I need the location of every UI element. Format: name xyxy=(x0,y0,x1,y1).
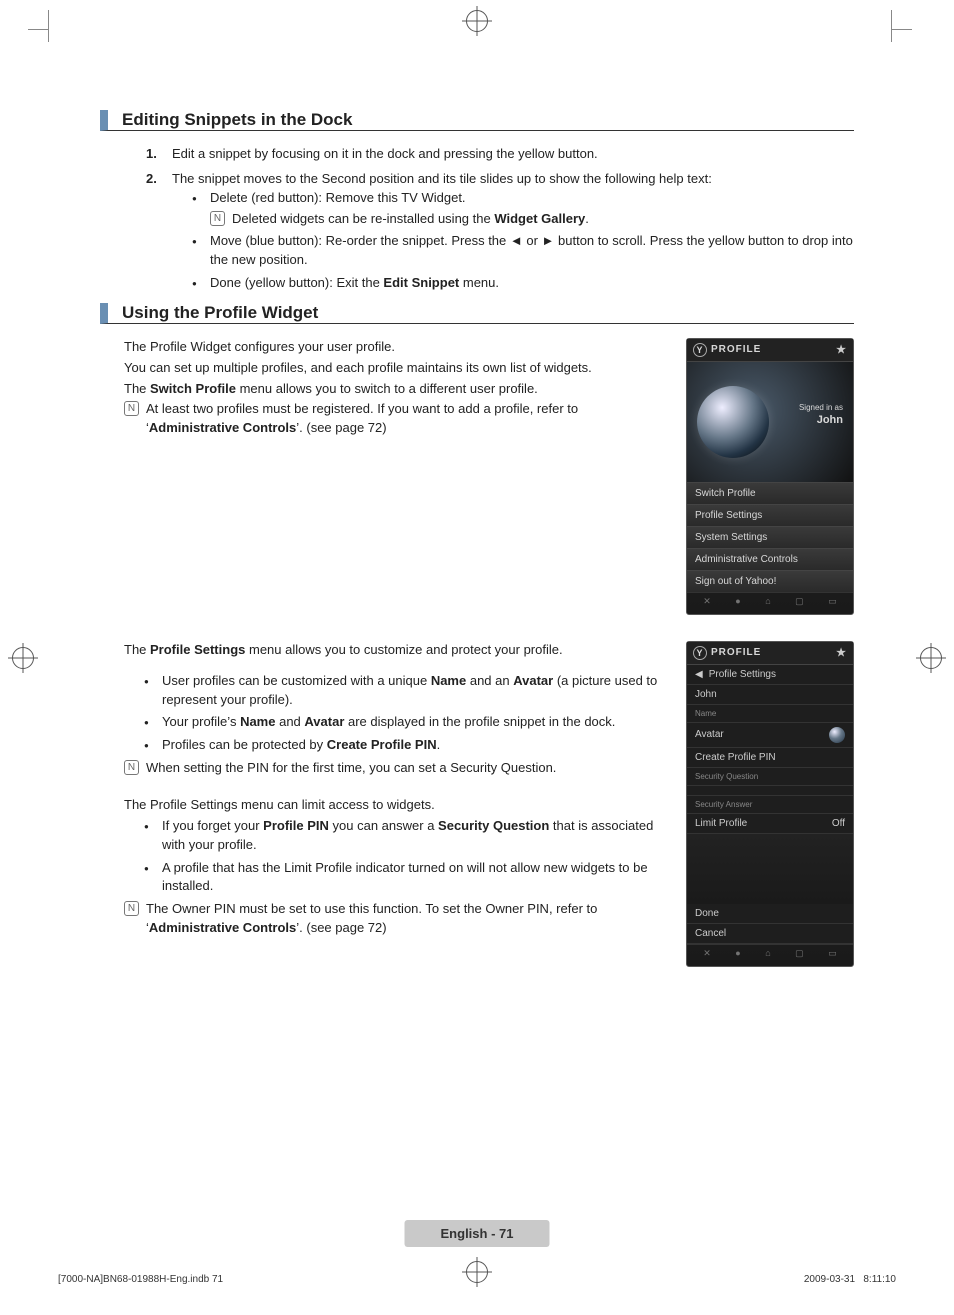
globe-avatar-icon xyxy=(697,386,769,458)
footer-timestamp: 2009-03-31 8:11:10 xyxy=(804,1274,896,1285)
close-icon: ✕ xyxy=(703,596,711,607)
field-label: Security Question xyxy=(687,768,853,786)
close-icon: ✕ xyxy=(703,948,711,959)
dot-icon: ● xyxy=(735,596,740,607)
limit-profile-label: Limit Profile xyxy=(695,818,747,829)
body-text: The Profile Widget configures your user … xyxy=(124,338,670,357)
note-text: When setting the PIN for the first time,… xyxy=(146,760,556,775)
yahoo-icon: Y xyxy=(693,343,707,357)
arrow-icon: ▢ xyxy=(795,948,804,959)
note-text: Deleted widgets can be re-installed usin… xyxy=(232,211,589,226)
back-arrow-icon: ◀ xyxy=(695,669,703,680)
signed-in-name: John xyxy=(817,414,843,426)
body-text: The Profile Settings menu allows you to … xyxy=(124,641,670,660)
bullet-text: Done (yellow button): Exit the Edit Snip… xyxy=(210,275,499,290)
page-number-tag: English - 71 xyxy=(405,1220,550,1247)
bullet-text: If you forget your Profile PIN you can a… xyxy=(162,818,653,852)
note-icon: N xyxy=(124,760,139,775)
note-icon: N xyxy=(210,211,225,226)
bullet-text: Delete (red button): Remove this TV Widg… xyxy=(210,190,466,205)
arrow-icon: ▢ xyxy=(795,596,804,607)
profile-name-value: John xyxy=(687,685,853,705)
body-text: You can set up multiple profiles, and ea… xyxy=(124,359,670,378)
profile-widget-screenshot-1: YPROFILE ★ Signed in as John Switch Prof… xyxy=(686,338,854,615)
section-heading-2: Using the Profile Widget xyxy=(100,303,854,324)
yahoo-icon: Y xyxy=(693,646,707,660)
done-item: Done xyxy=(687,904,853,924)
bullet-text: A profile that has the Limit Profile ind… xyxy=(162,860,648,894)
registration-mark-icon xyxy=(12,647,34,669)
bullet-text: Profiles can be protected by Create Prof… xyxy=(162,737,440,752)
section-heading-1: Editing Snippets in the Dock xyxy=(100,110,854,131)
dot-icon: ● xyxy=(735,948,740,959)
field-label: Name xyxy=(687,705,853,723)
menu-icon: ▭ xyxy=(828,596,837,607)
note-icon: N xyxy=(124,901,139,916)
body-text: The Profile Settings menu can limit acce… xyxy=(124,796,670,815)
body-text: The Switch Profile menu allows you to sw… xyxy=(124,380,670,399)
step-number: 1. xyxy=(146,145,157,164)
star-icon: ★ xyxy=(836,343,847,356)
bullet-text: Move (blue button): Re-order the snippet… xyxy=(210,233,853,267)
yahoo-logo-icon: ⌂ xyxy=(765,948,770,959)
star-icon: ★ xyxy=(836,646,847,659)
create-pin-item: Create Profile PIN xyxy=(687,748,853,768)
signed-in-label: Signed in as xyxy=(799,402,843,413)
note-text: At least two profiles must be registered… xyxy=(146,401,578,435)
step-text: The snippet moves to the Second position… xyxy=(172,171,712,186)
cancel-item: Cancel xyxy=(687,924,853,944)
widget-menu-item: Sign out of Yahoo! xyxy=(687,570,853,592)
globe-avatar-icon xyxy=(829,727,845,743)
step-number: 2. xyxy=(146,170,157,189)
widget-subtitle: Profile Settings xyxy=(709,669,776,680)
menu-icon: ▭ xyxy=(828,948,837,959)
limit-profile-value: Off xyxy=(832,818,845,829)
bullet-text: User profiles can be customized with a u… xyxy=(162,673,657,707)
bullet-text: Your profile’s Name and Avatar are displ… xyxy=(162,714,615,729)
note-text: The Owner PIN must be set to use this fu… xyxy=(146,901,597,935)
widget-menu-item: Administrative Controls xyxy=(687,548,853,570)
yahoo-logo-icon: ⌂ xyxy=(765,596,770,607)
registration-mark-icon xyxy=(466,10,488,32)
avatar-label: Avatar xyxy=(695,729,724,740)
widget-menu-item: System Settings xyxy=(687,526,853,548)
widget-menu-item: Switch Profile xyxy=(687,482,853,504)
footer-file-info: [7000-NA]BN68-01988H-Eng.indb 71 xyxy=(58,1274,223,1285)
widget-menu-item: Profile Settings xyxy=(687,504,853,526)
registration-mark-icon xyxy=(920,647,942,669)
field-label: Security Answer xyxy=(687,796,853,814)
profile-widget-screenshot-2: YPROFILE ★ ◀ Profile Settings John Name … xyxy=(686,641,854,967)
note-icon: N xyxy=(124,401,139,416)
step-text: Edit a snippet by focusing on it in the … xyxy=(172,146,598,161)
